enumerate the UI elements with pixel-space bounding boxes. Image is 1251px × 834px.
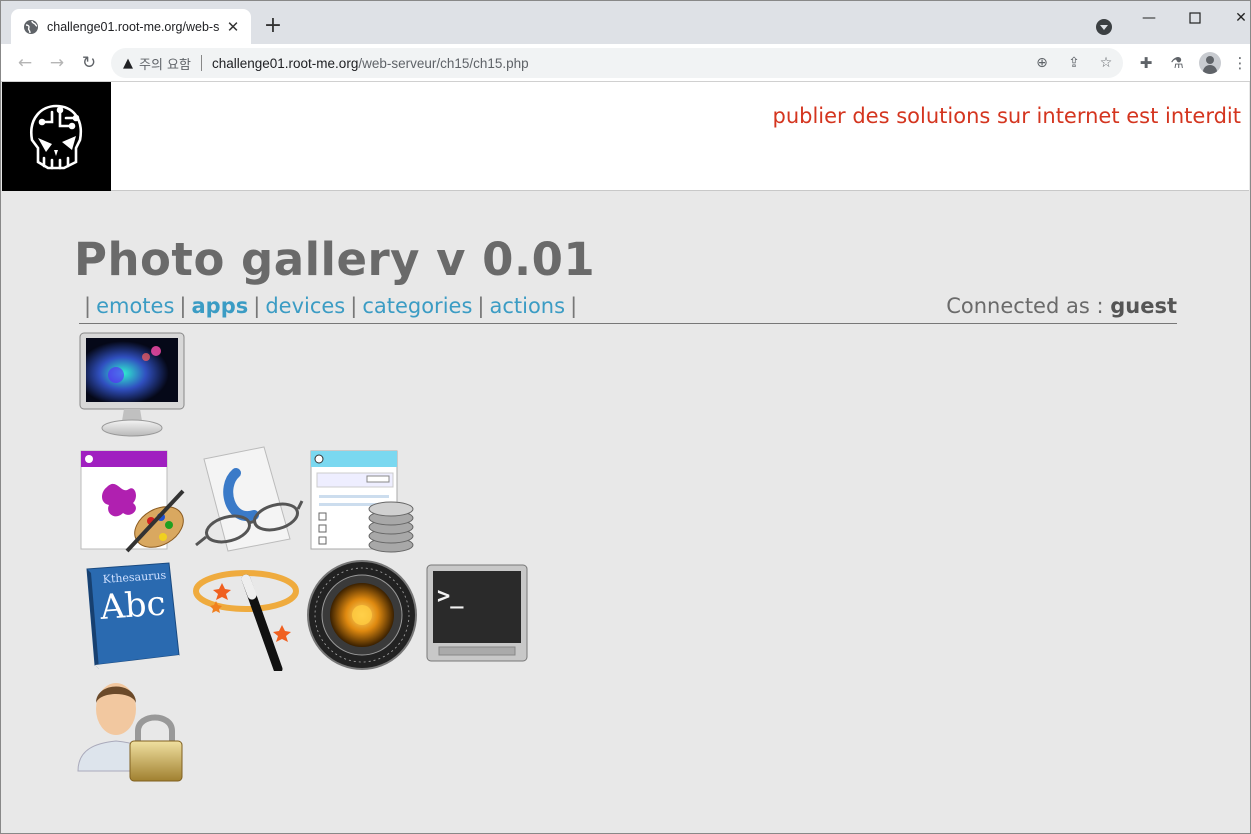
url-path: /web-serveur/ch15/ch15.php [358,55,529,71]
close-tab-icon[interactable]: ✕ [225,19,241,35]
thesaurus-book-abc: Abc [98,584,167,629]
gallery-image-form-database[interactable] [307,447,419,559]
menu-dots-icon[interactable]: ⋮ [1229,52,1251,74]
address-bar[interactable]: ▲ 주의 요함 challenge01.root-me.org/web-serv… [111,48,1123,78]
username: guest [1110,294,1177,318]
camera-lens-icon [307,560,417,670]
thesaurus-book-icon: Kthesaurus Abc [86,562,181,669]
reload-icon[interactable]: ↻ [77,51,101,75]
back-arrow-icon[interactable]: ← [13,51,37,75]
root-me-logo[interactable] [2,82,111,191]
close-window-icon[interactable]: ✕ [1231,9,1251,29]
terminal-prompt: >_ [437,584,464,609]
browser-toolbar: ← → ↻ ▲ 주의 요함 challenge01.root-me.org/we… [1,44,1250,82]
menu-separator: | [477,294,485,318]
new-tab-button[interactable]: + [261,15,285,39]
browser-tab[interactable]: challenge01.root-me.org/web-se ✕ [11,9,251,44]
menu-link-emotes[interactable]: emotes [96,294,174,318]
menu-link-devices[interactable]: devices [265,294,345,318]
menu-separator: | [253,294,261,318]
warning-triangle-icon[interactable]: ▲ [123,56,133,71]
page-title: Photo gallery v 0.01 [74,233,596,286]
user-lock-icon [77,683,183,782]
gallery-image-writer[interactable] [192,443,304,555]
no-solutions-warning: publier des solutions sur internet est i… [772,104,1241,128]
site-banner: publier des solutions sur internet est i… [2,82,1249,191]
connected-label: Connected as : [946,294,1104,318]
divider [200,55,202,71]
labs-flask-icon[interactable]: ⚗ [1166,52,1188,74]
connected-status: Connected as : guest [946,294,1177,318]
menu-link-actions[interactable]: actions [489,294,565,318]
menu-separator: | [350,294,358,318]
star-icon[interactable]: ☆ [1095,48,1117,78]
gallery-image-thesaurus[interactable]: Kthesaurus Abc [77,559,189,671]
terminal-icon: >_ [426,564,528,662]
tab-strip: challenge01.root-me.org/web-se ✕ + — ✕ [1,1,1250,44]
gallery-image-paint[interactable] [77,447,189,559]
menu-separator: | [84,294,92,318]
gallery-image-monitor[interactable] [76,331,188,443]
menu-separator: | [570,294,578,318]
tab-search-icon[interactable] [1096,19,1112,35]
url-text[interactable]: challenge01.root-me.org/web-serveur/ch15… [212,56,529,71]
extensions-puzzle-icon[interactable]: ✚ [1135,52,1157,74]
monitor-icon [79,332,185,437]
menu-link-categories[interactable]: categories [362,294,472,318]
gallery-image-user-lock[interactable] [76,673,188,785]
tab-title: challenge01.root-me.org/web-se [47,19,219,34]
gallery-menu: | emotes | apps | devices | categories | actions |… [79,294,1177,324]
share-icon[interactable]: ⇪ [1063,48,1085,78]
security-label[interactable]: 주의 요함 [139,54,191,73]
url-host: challenge01.root-me.org [211,55,359,71]
menu-separator: | [179,294,187,318]
writer-glasses-icon [195,446,304,552]
profile-avatar-icon[interactable] [1199,52,1221,74]
form-database-icon [310,450,414,553]
gallery-image-camera-lens[interactable] [306,559,418,671]
globe-icon [24,19,38,34]
forward-arrow-icon[interactable]: → [45,51,69,75]
maximize-icon[interactable] [1185,9,1205,29]
skull-logo-icon [30,104,83,170]
menu-link-apps[interactable]: apps [191,294,248,318]
minimize-icon[interactable]: — [1139,9,1159,29]
gallery-image-magic-wand[interactable] [192,559,304,674]
gallery-image-terminal[interactable]: >_ [423,559,535,671]
magic-wand-icon [193,570,299,674]
zoom-icon[interactable]: ⊕ [1031,48,1053,78]
paint-palette-icon [80,450,185,553]
